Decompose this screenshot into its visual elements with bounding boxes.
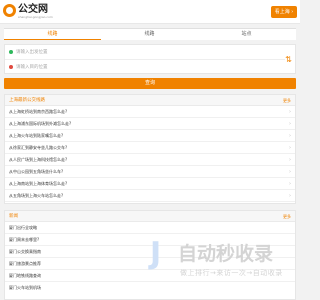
to-input[interactable] — [16, 62, 276, 73]
list-item[interactable]: 从上海虹桥站到南京西路怎么走? › — [5, 106, 295, 118]
list-item[interactable]: 厦门出行全攻略 — [5, 222, 295, 234]
routes-panel-header: 上海最新公交线路 更多 — [5, 95, 295, 106]
chevron-right-icon: › — [289, 121, 291, 127]
list-item[interactable]: 从中山公园到五角场坐什么车? › — [5, 166, 295, 178]
tab-route[interactable]: 线路 — [4, 29, 101, 40]
watermark-main-text: 自动秒收录 — [178, 243, 274, 265]
list-item[interactable]: 从徐家汇到静安寺坐几路公交车? › — [5, 142, 295, 154]
city-switch-button[interactable]: 看上海 › — [271, 6, 297, 18]
chevron-right-icon: › — [289, 133, 291, 139]
tab-station[interactable]: 站点 — [198, 29, 295, 40]
logo-icon[interactable] — [3, 4, 16, 17]
site-subtitle: shanghai.gongjiao.com — [18, 15, 53, 19]
chevron-right-icon: › — [289, 109, 291, 115]
route-search-form: ⇅ — [4, 44, 296, 74]
chevron-right-icon: › — [289, 145, 291, 151]
news-more-link[interactable]: 更多 — [283, 211, 291, 222]
from-input[interactable] — [16, 47, 276, 58]
end-dot-icon — [9, 65, 13, 69]
header: 公交网 shanghai.gongjiao.com 看上海 › — [0, 0, 300, 24]
start-dot-icon — [9, 50, 13, 54]
list-item[interactable]: 从上海火车站到陆家嘴怎么走? › — [5, 130, 295, 142]
watermark-sub-text: 做上排行→来访一次→自动收录 — [180, 269, 283, 277]
query-button[interactable]: 查询 — [4, 78, 296, 89]
list-item[interactable]: 从人民广场到上海科技馆怎么走? › — [5, 154, 295, 166]
search-tabs: 线路 线路 站点 — [4, 28, 296, 40]
routes-panel-title: 上海最新公交线路 — [9, 98, 45, 103]
tab-line[interactable]: 线路 — [101, 29, 198, 40]
list-item[interactable]: 从五角场到上海火车站怎么走? › — [5, 190, 295, 202]
routes-more-link[interactable]: 更多 — [283, 95, 291, 106]
list-item[interactable]: 从上海浦东国际机场到外滩怎么走? › — [5, 118, 295, 130]
from-row — [5, 45, 285, 60]
watermark-overlay: J 自动秒收录 做上排行→来访一次→自动收录 — [150, 236, 300, 300]
chevron-right-icon: › — [289, 169, 291, 175]
news-panel-title: 新闻 — [9, 214, 18, 219]
routes-panel: 上海最新公交线路 更多 从上海虹桥站到南京西路怎么走? › 从上海浦东国际机场到外… — [4, 94, 296, 204]
news-panel-header: 新闻 更多 — [5, 211, 295, 222]
watermark-logo-icon: J — [150, 236, 162, 271]
chevron-right-icon: › — [289, 157, 291, 163]
chevron-right-icon: › — [289, 193, 291, 199]
chevron-right-icon: › — [289, 181, 291, 187]
to-row — [5, 60, 285, 75]
list-item[interactable]: 从上海南站到上海体育场怎么走? › — [5, 178, 295, 190]
swap-vertical-icon[interactable]: ⇅ — [284, 54, 293, 66]
